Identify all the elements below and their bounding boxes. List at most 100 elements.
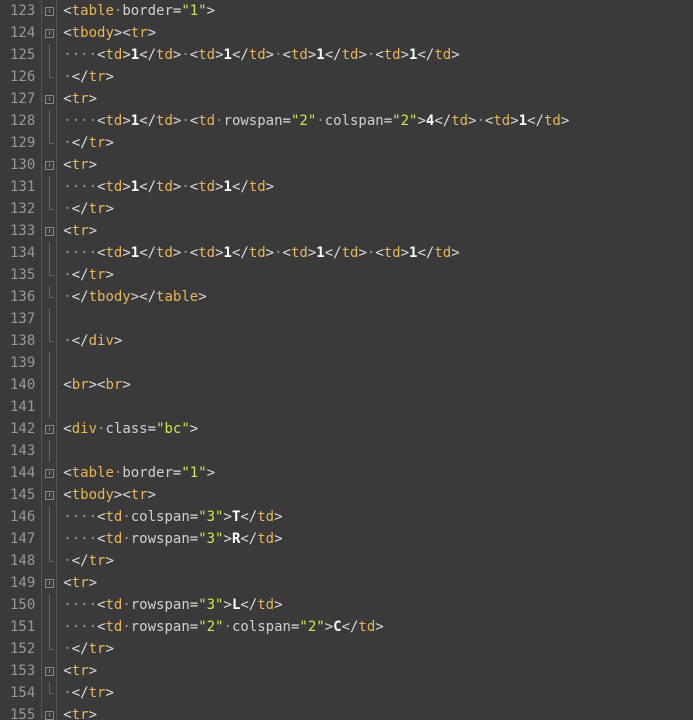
line-number[interactable]: 155: [10, 704, 35, 720]
code-line[interactable]: <div·class="bc">: [63, 418, 569, 440]
fold-marker[interactable]: [42, 374, 56, 396]
line-number[interactable]: 151: [10, 616, 35, 638]
line-number[interactable]: 128: [10, 110, 35, 132]
line-number[interactable]: 137: [10, 308, 35, 330]
code-line[interactable]: ·</div>: [63, 330, 569, 352]
line-number[interactable]: 152: [10, 638, 35, 660]
fold-marker[interactable]: [42, 440, 56, 462]
code-line[interactable]: <table·border="1">: [63, 462, 569, 484]
line-number[interactable]: 129: [10, 132, 35, 154]
fold-marker[interactable]: [42, 242, 56, 264]
line-number[interactable]: 141: [10, 396, 35, 418]
line-number[interactable]: 149: [10, 572, 35, 594]
fold-marker[interactable]: [42, 220, 56, 242]
line-number[interactable]: 140: [10, 374, 35, 396]
line-number[interactable]: 131: [10, 176, 35, 198]
code-content[interactable]: <table·border="1"><tbody><tr>····<td>1</…: [57, 0, 569, 720]
code-line[interactable]: [63, 440, 569, 462]
fold-marker[interactable]: [42, 704, 56, 720]
code-line[interactable]: ····<td>1</td>·<td>1</td>·<td>1</td>·<td…: [63, 242, 569, 264]
code-line[interactable]: <tbody><tr>: [63, 484, 569, 506]
fold-marker[interactable]: [42, 44, 56, 66]
line-number-gutter[interactable]: 1231241251261271281291301311321331341351…: [0, 0, 42, 720]
code-line[interactable]: ·</tr>: [63, 198, 569, 220]
line-number[interactable]: 124: [10, 22, 35, 44]
fold-marker[interactable]: [42, 462, 56, 484]
fold-marker[interactable]: [42, 682, 56, 704]
code-line[interactable]: ····<td>1</td>·<td>1</td>·<td>1</td>·<td…: [63, 44, 569, 66]
line-number[interactable]: 134: [10, 242, 35, 264]
code-line[interactable]: <tr>: [63, 572, 569, 594]
code-line[interactable]: <tbody><tr>: [63, 22, 569, 44]
line-number[interactable]: 144: [10, 462, 35, 484]
code-line[interactable]: ·</tr>: [63, 66, 569, 88]
line-number[interactable]: 123: [10, 0, 35, 22]
code-line[interactable]: <tr>: [63, 704, 569, 720]
code-line[interactable]: ·</tr>: [63, 682, 569, 704]
fold-marker[interactable]: [42, 352, 56, 374]
code-line[interactable]: <table·border="1">: [63, 0, 569, 22]
line-number[interactable]: 147: [10, 528, 35, 550]
line-number[interactable]: 148: [10, 550, 35, 572]
code-editor[interactable]: 1231241251261271281291301311321331341351…: [0, 0, 693, 720]
line-number[interactable]: 139: [10, 352, 35, 374]
code-line[interactable]: ·</tr>: [63, 264, 569, 286]
line-number[interactable]: 142: [10, 418, 35, 440]
line-number[interactable]: 143: [10, 440, 35, 462]
fold-marker[interactable]: [42, 264, 56, 286]
code-line[interactable]: ·</tr>: [63, 550, 569, 572]
fold-marker[interactable]: [42, 0, 56, 22]
fold-marker[interactable]: [42, 198, 56, 220]
line-number[interactable]: 133: [10, 220, 35, 242]
line-number[interactable]: 126: [10, 66, 35, 88]
code-line[interactable]: ·</tr>: [63, 132, 569, 154]
fold-marker[interactable]: [42, 132, 56, 154]
fold-marker[interactable]: [42, 616, 56, 638]
fold-marker[interactable]: [42, 550, 56, 572]
fold-marker[interactable]: [42, 484, 56, 506]
line-number[interactable]: 135: [10, 264, 35, 286]
fold-marker[interactable]: [42, 506, 56, 528]
line-number[interactable]: 146: [10, 506, 35, 528]
line-number[interactable]: 136: [10, 286, 35, 308]
fold-marker[interactable]: [42, 88, 56, 110]
fold-marker[interactable]: [42, 308, 56, 330]
code-line[interactable]: ····<td·rowspan="3">R</td>: [63, 528, 569, 550]
fold-marker[interactable]: [42, 660, 56, 682]
fold-marker[interactable]: [42, 286, 56, 308]
line-number[interactable]: 145: [10, 484, 35, 506]
fold-marker[interactable]: [42, 66, 56, 88]
line-number[interactable]: 154: [10, 682, 35, 704]
code-line[interactable]: ····<td·colspan="3">T</td>: [63, 506, 569, 528]
fold-marker[interactable]: [42, 528, 56, 550]
fold-marker[interactable]: [42, 330, 56, 352]
code-line[interactable]: ····<td>1</td>·<td·rowspan="2"·colspan="…: [63, 110, 569, 132]
code-line[interactable]: ·</tr>: [63, 638, 569, 660]
fold-marker[interactable]: [42, 594, 56, 616]
fold-marker[interactable]: [42, 154, 56, 176]
code-line[interactable]: <tr>: [63, 660, 569, 682]
fold-marker[interactable]: [42, 572, 56, 594]
line-number[interactable]: 150: [10, 594, 35, 616]
line-number[interactable]: 130: [10, 154, 35, 176]
code-line[interactable]: <tr>: [63, 88, 569, 110]
line-number[interactable]: 132: [10, 198, 35, 220]
code-line[interactable]: [63, 352, 569, 374]
fold-marker[interactable]: [42, 22, 56, 44]
fold-marker[interactable]: [42, 418, 56, 440]
fold-marker[interactable]: [42, 396, 56, 418]
line-number[interactable]: 138: [10, 330, 35, 352]
fold-marker[interactable]: [42, 110, 56, 132]
code-line[interactable]: ····<td>1</td>·<td>1</td>: [63, 176, 569, 198]
code-line[interactable]: [63, 308, 569, 330]
code-line[interactable]: [63, 396, 569, 418]
code-line[interactable]: <br><br>: [63, 374, 569, 396]
line-number[interactable]: 153: [10, 660, 35, 682]
code-line[interactable]: ····<td·rowspan="2"·colspan="2">C</td>: [63, 616, 569, 638]
code-line[interactable]: ····<td·rowspan="3">L</td>: [63, 594, 569, 616]
code-line[interactable]: ·</tbody></table>: [63, 286, 569, 308]
line-number[interactable]: 125: [10, 44, 35, 66]
code-line[interactable]: <tr>: [63, 220, 569, 242]
fold-marker[interactable]: [42, 638, 56, 660]
code-line[interactable]: <tr>: [63, 154, 569, 176]
